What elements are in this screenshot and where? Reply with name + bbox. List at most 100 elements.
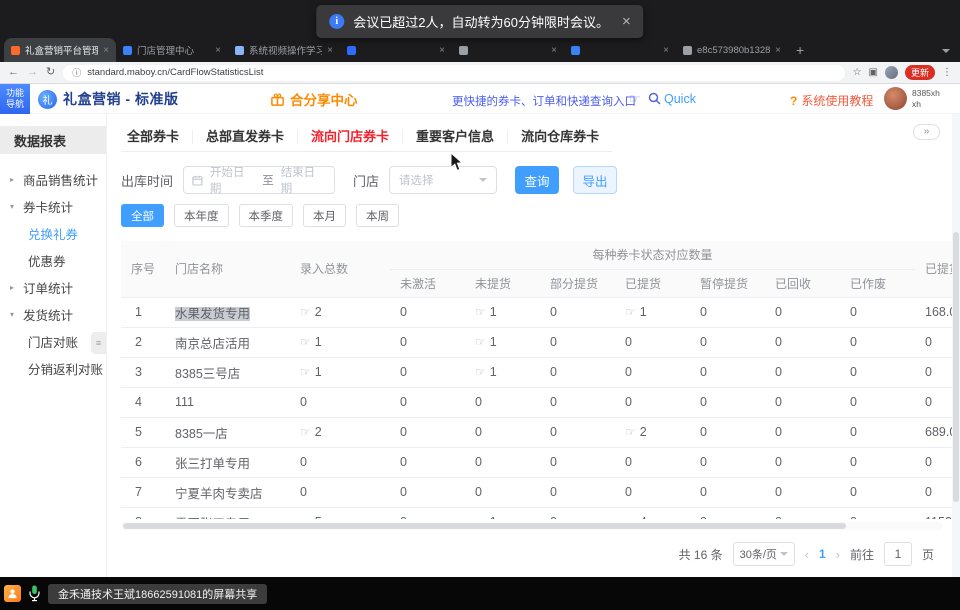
- browser-tab[interactable]: 门店管理中心×: [116, 38, 228, 62]
- browser-tab[interactable]: 礼盒营销平台管理中心×: [4, 38, 116, 62]
- goto-page-input[interactable]: [884, 542, 912, 566]
- browser-update-button[interactable]: 更新: [905, 65, 935, 80]
- browser-tab[interactable]: ×: [340, 38, 452, 62]
- sidebar-item[interactable]: ▸订单统计: [0, 274, 106, 301]
- hand-pointer-icon[interactable]: ☞: [300, 305, 311, 319]
- bookmark-star-icon[interactable]: ☆: [853, 67, 862, 78]
- browser-tab[interactable]: ×: [564, 38, 676, 62]
- tab-close-icon[interactable]: ×: [327, 45, 333, 56]
- browser-menu-icon[interactable]: ⋮: [942, 67, 952, 78]
- hand-pointer-icon[interactable]: ☞: [300, 515, 311, 519]
- sidebar-collapse-handle[interactable]: ≡: [91, 332, 106, 354]
- horizontal-scrollbar-thumb[interactable]: [123, 523, 846, 529]
- current-page[interactable]: 1: [819, 547, 826, 561]
- tab-close-icon[interactable]: ×: [551, 45, 557, 56]
- tab-总部直发券卡[interactable]: 总部直发券卡: [192, 130, 297, 144]
- meeting-app-icon[interactable]: [4, 585, 21, 602]
- hand-pointer-icon[interactable]: ☞: [300, 365, 311, 379]
- close-icon[interactable]: ×: [622, 13, 631, 30]
- tab-close-icon[interactable]: ×: [439, 45, 445, 56]
- store-name[interactable]: 8385一店: [175, 427, 228, 441]
- share-center-link[interactable]: 合分享中心: [270, 84, 358, 114]
- hand-pointer-icon[interactable]: ☞: [475, 305, 486, 319]
- tab-favicon-icon: [347, 46, 356, 55]
- store-name[interactable]: 8385三号店: [175, 367, 240, 381]
- tab-close-icon[interactable]: ×: [775, 45, 781, 56]
- tab-close-icon[interactable]: ×: [215, 45, 221, 56]
- new-tab-button[interactable]: +: [796, 42, 804, 58]
- horizontal-scrollbar[interactable]: [121, 522, 943, 530]
- column-header: 未激活: [390, 269, 465, 297]
- tab-重要客户信息[interactable]: 重要客户信息: [402, 130, 507, 144]
- hand-pointer-icon[interactable]: ☞: [300, 335, 311, 349]
- sidebar-item[interactable]: ▾券卡统计: [0, 193, 106, 220]
- sidebar-item[interactable]: 优惠券: [0, 247, 106, 274]
- page-size-select[interactable]: 30条/页: [733, 542, 795, 566]
- cell-value: 0: [700, 455, 707, 469]
- quick-range-button[interactable]: 本年度: [174, 204, 229, 227]
- hand-pointer-icon[interactable]: ☞: [475, 365, 486, 379]
- caret-down-icon: ▾: [10, 202, 18, 211]
- browser-tab[interactable]: ×: [452, 38, 564, 62]
- hand-pointer-icon[interactable]: ☞: [475, 335, 486, 349]
- next-page-icon[interactable]: ›: [836, 547, 840, 562]
- store-name[interactable]: 111: [175, 395, 194, 409]
- feature-nav-button[interactable]: 功能 导航: [0, 84, 30, 114]
- tab-close-icon[interactable]: ×: [103, 45, 109, 56]
- quick-range-button[interactable]: 全部: [121, 204, 164, 227]
- profile-avatar[interactable]: [885, 66, 898, 79]
- back-icon[interactable]: ←: [8, 67, 19, 78]
- vertical-scrollbar[interactable]: [952, 114, 960, 577]
- cell-value: 0: [850, 365, 857, 379]
- tab-流向仓库券卡[interactable]: 流向仓库券卡: [507, 130, 612, 144]
- sidebar-item[interactable]: ▸商品销售统计: [0, 166, 106, 193]
- extensions-icon[interactable]: ▣: [869, 67, 878, 78]
- panel-collapse-button[interactable]: »: [913, 124, 940, 140]
- store-name[interactable]: 宁夏羊肉专卖店: [175, 487, 263, 501]
- tab-流向门店券卡[interactable]: 流向门店券卡: [297, 130, 402, 144]
- quick-range-button[interactable]: 本月: [303, 204, 346, 227]
- cell-store-name: 张三打单专用: [165, 447, 290, 477]
- hand-pointer-icon[interactable]: ☞: [625, 425, 636, 439]
- hand-pointer-icon[interactable]: ☞: [625, 305, 636, 319]
- cell-value: 2: [315, 305, 322, 319]
- quick-search-link[interactable]: Quick: [664, 92, 696, 106]
- forward-icon[interactable]: →: [27, 67, 38, 78]
- store-name[interactable]: 南京总店活用: [175, 337, 250, 351]
- screen-share-bar: 金禾通技术王斌18662591081的屏幕共享: [0, 577, 960, 610]
- quick-range-button[interactable]: 本季度: [239, 204, 294, 227]
- tab-search-icon[interactable]: [942, 49, 950, 53]
- export-button[interactable]: 导出: [573, 166, 617, 194]
- cell-value: 2: [640, 425, 647, 439]
- tab-close-icon[interactable]: ×: [663, 45, 669, 56]
- sidebar-item[interactable]: ▾发货统计: [0, 301, 106, 328]
- store-name[interactable]: 水果发货专用: [175, 307, 250, 321]
- hand-pointer-icon[interactable]: ☞: [300, 425, 311, 439]
- date-range-input[interactable]: 开始日期 至 结束日期: [183, 166, 335, 194]
- vertical-scrollbar-thumb[interactable]: [953, 232, 959, 502]
- microphone-icon[interactable]: [29, 585, 40, 602]
- browser-tab[interactable]: e8c573980b1328a2586d2e6l×: [676, 38, 788, 62]
- cell-value: 0: [300, 485, 307, 499]
- browser-tab[interactable]: 系统视频操作学习×: [228, 38, 340, 62]
- cell-value: 0: [700, 335, 707, 349]
- store-select[interactable]: 请选择: [389, 166, 497, 194]
- sidebar-item[interactable]: 分销返利对账: [0, 355, 106, 382]
- search-button[interactable]: 查询: [515, 166, 559, 194]
- user-menu[interactable]: 8385xh xh: [884, 87, 940, 110]
- quick-range-button[interactable]: 本周: [356, 204, 399, 227]
- tab-全部券卡[interactable]: 全部券卡: [121, 130, 192, 144]
- table-row: 7宁夏羊肉专卖店000000000: [121, 477, 960, 507]
- hand-pointer-icon[interactable]: ☞: [625, 515, 636, 519]
- url-bar[interactable]: ⓘ standard.maboy.cn/CardFlowStatisticsLi…: [63, 65, 844, 81]
- tutorial-link[interactable]: ? 系统使用教程: [790, 92, 873, 109]
- hand-pointer-icon[interactable]: ☞: [475, 515, 486, 519]
- site-info-icon[interactable]: ⓘ: [72, 66, 81, 79]
- sidebar-item[interactable]: 兑换礼券: [0, 220, 106, 247]
- reload-icon[interactable]: ↻: [46, 67, 55, 78]
- store-name[interactable]: 需要张三专用: [175, 517, 250, 520]
- store-name[interactable]: 张三打单专用: [175, 457, 250, 471]
- cell-value: 1: [490, 305, 497, 319]
- search-icon[interactable]: [648, 92, 661, 105]
- prev-page-icon[interactable]: ‹: [805, 547, 809, 562]
